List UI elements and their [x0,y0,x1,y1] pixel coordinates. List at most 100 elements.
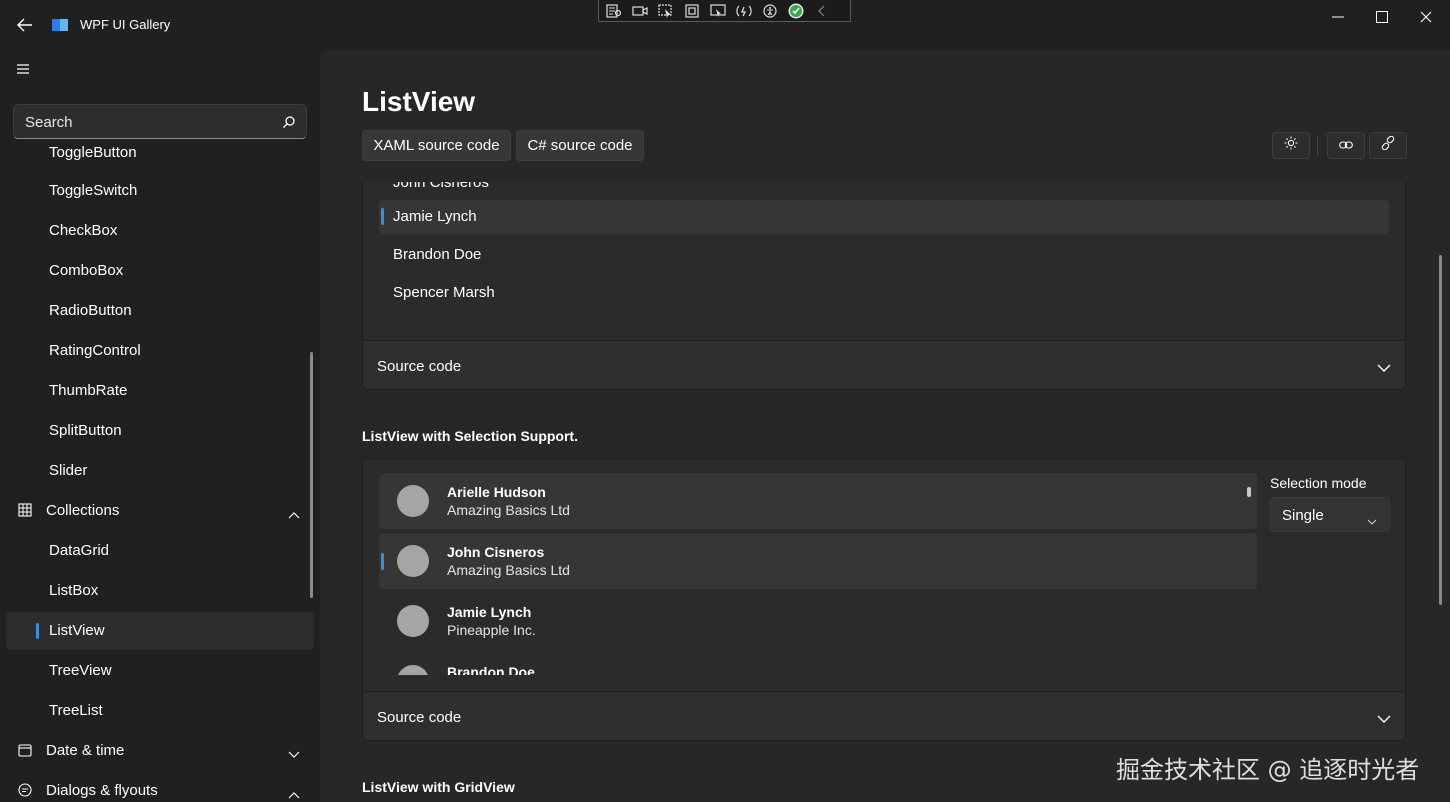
watermark: 掘金技术社区 @ 追逐时光者 [1116,756,1420,784]
person-company: Pineapple Inc. [447,622,536,638]
search-box[interactable]: Search [13,104,307,139]
sidebar-item-checkbox[interactable]: CheckBox [6,212,314,250]
sidebar-item-label: ComboBox [49,262,124,279]
list-item[interactable]: Jamie Lynch Pineapple Inc. [379,593,1257,649]
person-name: Jamie Lynch [447,604,532,620]
listview-selection-card: Arielle Hudson Amazing Basics Ltd John C… [362,458,1406,741]
sidebar-item-label: Collections [46,502,120,519]
chevron-up-icon[interactable] [288,506,300,519]
sidebar-item-label: Slider [49,462,88,479]
chevron-down-icon[interactable] [288,746,300,758]
list-item-label: Spencer Marsh [393,284,495,301]
sidebar-item-label: ToggleSwitch [49,182,138,199]
sidebar: Search ToggleButton ToggleSwitch CheckBo… [0,50,320,802]
hamburger-menu-icon[interactable] [14,62,36,80]
minimize-icon[interactable] [1321,8,1355,26]
sidebar-item-radiobutton[interactable]: RadioButton [6,292,314,330]
sidebar-item-togglebutton[interactable]: ToggleButton [6,140,314,172]
calendar-icon [18,743,34,759]
live-tree-icon[interactable] [605,3,623,19]
sidebar-item-slider[interactable]: Slider [6,452,314,490]
xaml-source-button[interactable]: XAML source code [362,130,511,161]
sidebar-item-label: TreeView [49,662,112,679]
layout-adorner-icon[interactable] [683,3,701,19]
sidebar-item-label: Dialogs & flyouts [46,782,158,799]
sidebar-item-ratingcontrol[interactable]: RatingControl [6,332,314,370]
page-title: ListView [362,86,476,117]
sidebar-item-toggleswitch[interactable]: ToggleSwitch [6,172,314,210]
list-scrollbar[interactable] [1247,487,1251,497]
list-item-selected[interactable]: John Cisneros Amazing Basics Ltd [379,533,1257,589]
close-icon[interactable] [1409,8,1443,26]
selection-listview[interactable]: Arielle Hudson Amazing Basics Ltd John C… [379,473,1257,675]
search-input[interactable]: Search [25,114,73,131]
nav-list: ToggleButton ToggleSwitch CheckBox Combo… [0,140,320,802]
selection-mode-combobox[interactable]: Single [1270,497,1390,532]
list-item-selected[interactable]: Jamie Lynch [379,200,1389,234]
chevron-down-icon [1377,360,1391,372]
back-arrow-icon[interactable] [14,14,36,36]
selection-indicator [381,208,384,225]
open-docs-button[interactable] [1369,132,1407,159]
track-focus-icon[interactable] [709,3,727,19]
sidebar-group-dialogs-flyouts[interactable]: Dialogs & flyouts [6,772,314,802]
theme-toggle-button[interactable] [1272,132,1310,159]
sidebar-item-thumbrate[interactable]: ThumbRate [6,372,314,410]
selection-indicator [36,623,39,639]
check-status-icon[interactable] [787,3,805,19]
selection-indicator [381,553,384,570]
avatar [397,605,429,637]
select-element-icon[interactable] [657,3,675,19]
chat-icon [18,783,34,799]
sidebar-scrollbar[interactable] [310,352,313,598]
link-icon [1339,137,1353,155]
record-icon[interactable] [631,3,649,19]
avatar [397,545,429,577]
chain-link-icon [1381,135,1395,155]
sidebar-item-label: ToggleButton [49,144,137,161]
copy-link-button[interactable] [1327,132,1365,159]
sidebar-group-date-time[interactable]: Date & time [6,732,314,770]
csharp-source-button[interactable]: C# source code [516,130,644,161]
search-icon[interactable] [282,115,296,129]
list-item[interactable]: Spencer Marsh [379,276,1389,310]
chevron-up-icon[interactable] [288,786,300,799]
sidebar-item-label: TreeList [49,702,103,719]
list-item-label: Jamie Lynch [393,208,477,225]
selection-mode-label: Selection mode [1270,475,1367,491]
section-title: ListView with GridView [362,779,515,795]
sidebar-item-label: CheckBox [49,222,118,239]
accessibility-icon[interactable] [761,3,779,19]
collapse-toolbar-icon[interactable] [813,3,831,19]
list-item-label: John Cisneros [393,182,489,191]
person-name: John Cisneros [447,544,545,560]
sidebar-item-combobox[interactable]: ComboBox [6,252,314,290]
sidebar-item-splitbutton[interactable]: SplitButton [6,412,314,450]
list-item[interactable]: John Cisneros [379,182,1389,200]
grid-icon [18,503,34,519]
section-title: ListView with Selection Support. [362,428,578,444]
app-title: WPF UI Gallery [80,17,171,32]
sidebar-item-datagrid[interactable]: DataGrid [6,532,314,570]
source-code-expander[interactable]: Source code [363,340,1405,389]
sidebar-item-label: ListBox [49,582,99,599]
chevron-down-icon [1367,512,1377,525]
hot-reload-icon[interactable] [735,3,753,19]
sidebar-item-listview[interactable]: ListView [6,612,314,650]
sidebar-item-listbox[interactable]: ListBox [6,572,314,610]
person-name: Brandon Doe [447,664,535,675]
list-item[interactable]: Arielle Hudson Amazing Basics Ltd [379,473,1257,529]
debug-toolbar [598,0,851,22]
listview-basic-card: John Cisneros Jamie Lynch Brandon Doe Sp… [362,182,1406,390]
main-scrollbar[interactable] [1439,255,1442,605]
sidebar-group-collections[interactable]: Collections [6,492,314,530]
combobox-value: Single [1282,507,1324,524]
person-name: Arielle Hudson [447,484,546,500]
list-item[interactable]: Brandon Doe [379,653,1257,675]
source-code-expander[interactable]: Source code [363,691,1405,740]
expander-label: Source code [377,709,462,726]
sidebar-item-treelist[interactable]: TreeList [6,692,314,730]
maximize-icon[interactable] [1365,8,1399,26]
list-item[interactable]: Brandon Doe [379,238,1389,272]
sidebar-item-treeview[interactable]: TreeView [6,652,314,690]
